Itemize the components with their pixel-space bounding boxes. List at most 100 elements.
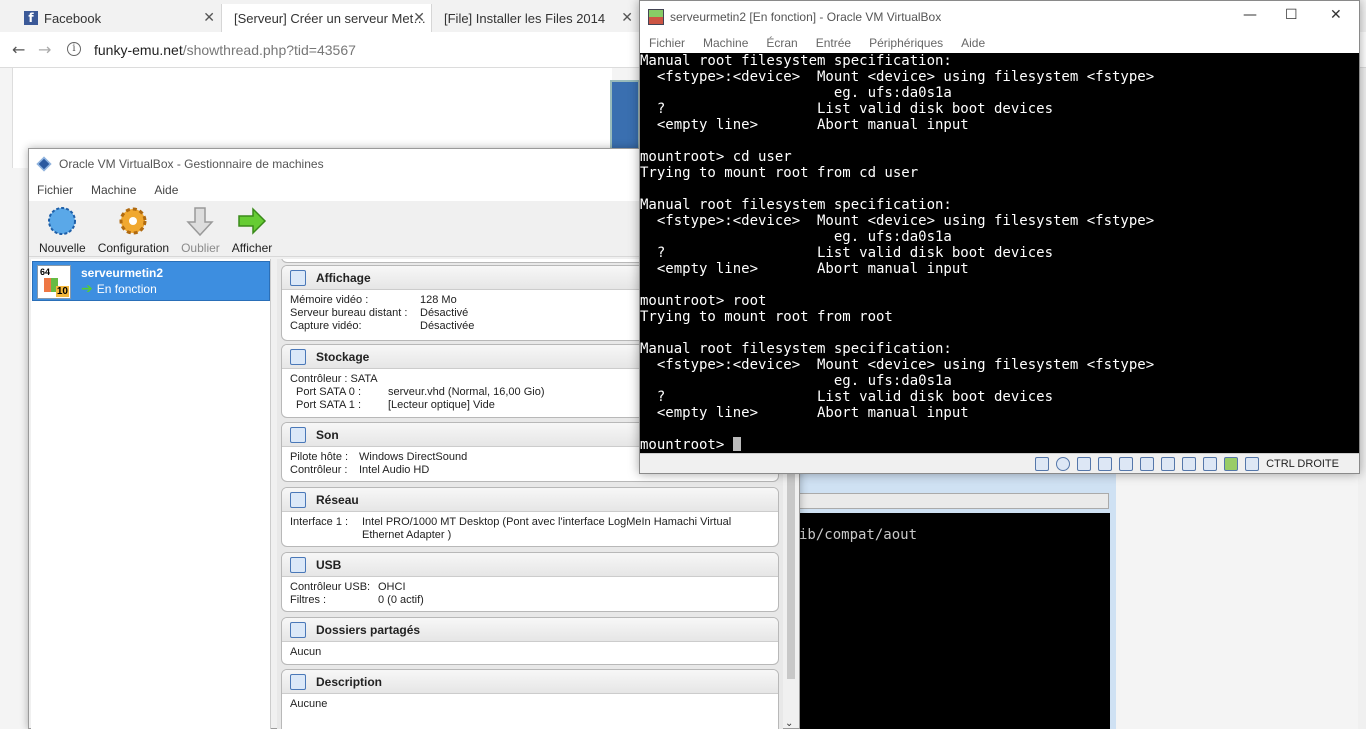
- console-line: <empty line> Abort manual input: [640, 261, 969, 277]
- show-label: Afficher: [231, 241, 273, 255]
- shared-folder-icon[interactable]: [1140, 456, 1155, 471]
- show-arrow-icon: [235, 205, 269, 237]
- audio-icon: [290, 426, 306, 443]
- console-line: <empty line> Abort manual input: [640, 117, 969, 133]
- maximize-icon[interactable]: ☐: [1285, 7, 1298, 23]
- detail-value: OHCI: [378, 581, 406, 593]
- usb-icon: [290, 556, 306, 573]
- menu-aide[interactable]: Aide: [961, 36, 985, 50]
- cpu-icon[interactable]: [1203, 456, 1218, 471]
- detail-key: Pilote hôte :: [290, 451, 349, 463]
- close-icon[interactable]: ✕: [621, 10, 633, 26]
- section-shared-folders: Dossiers partagés Aucun: [281, 617, 779, 665]
- virtualbox-logo-icon: [36, 156, 52, 172]
- network-icon[interactable]: [1098, 456, 1113, 471]
- discard-button[interactable]: Oublier: [175, 201, 226, 256]
- console-line: <fstype>:<device> Mount <device> using f…: [640, 213, 1155, 229]
- info-icon[interactable]: i: [67, 42, 81, 56]
- background-vm-window: ib/compat/aout: [782, 473, 1116, 729]
- display-icon[interactable]: [1161, 456, 1176, 471]
- url-field[interactable]: funky-emu.net/showthread.php?tid=43567: [94, 42, 356, 58]
- mouse-integration-icon[interactable]: [1224, 456, 1239, 471]
- section-title: Affichage: [316, 270, 371, 285]
- section-header[interactable]: Dossiers partagés: [282, 618, 778, 642]
- menu-entree[interactable]: Entrée: [816, 36, 851, 50]
- os-type-icon: 64 10: [37, 265, 71, 299]
- storage-icon: [290, 348, 306, 365]
- vm-list-item-serveurmetin2[interactable]: 64 10 serveurmetin2 ➔ En fonction: [32, 261, 270, 301]
- detail-key: Contrôleur USB:: [290, 581, 371, 593]
- console-line: ? List valid disk boot devices: [640, 101, 1054, 117]
- running-arrow-icon: ➔: [81, 281, 93, 297]
- audio-icon[interactable]: [1077, 456, 1092, 471]
- configuration-button[interactable]: Configuration: [92, 201, 175, 256]
- console-line: eg. ufs:da0s1a: [640, 373, 952, 389]
- section-header[interactable]: Réseau: [282, 488, 778, 512]
- new-button[interactable]: Nouvelle: [33, 201, 92, 256]
- chevron-down-icon[interactable]: ⌄: [785, 718, 793, 729]
- tab-serveur[interactable]: [Serveur] Créer un serveur Met… ✕: [222, 4, 432, 32]
- detail-key: Port SATA 0 :: [296, 386, 362, 398]
- discard-arrow-icon: [183, 205, 217, 237]
- text-cursor: [732, 437, 741, 451]
- tab-label: Facebook: [44, 10, 102, 26]
- optical-drive-icon[interactable]: [1056, 456, 1071, 471]
- os-badge-bits: 64: [40, 267, 51, 277]
- console-line: Manual root filesystem specification:: [640, 197, 952, 213]
- page-image: [610, 80, 640, 155]
- vm-statusbar: CTRL DROITE: [640, 453, 1359, 473]
- section-header[interactable]: Description: [282, 670, 778, 694]
- tab-facebook[interactable]: f Facebook ✕: [0, 4, 222, 32]
- detail-key: Contrôleur :: [290, 464, 348, 476]
- menu-machine[interactable]: Machine: [91, 183, 136, 197]
- console-output: Manual root filesystem specification: <f…: [640, 53, 1359, 437]
- hard-disk-icon[interactable]: [1035, 456, 1050, 471]
- background-vm-screen: [798, 513, 1110, 729]
- vm-list: 64 10 serveurmetin2 ➔ En fonction: [31, 259, 271, 729]
- tab-label: [File] Installer les Files 2014: [444, 10, 606, 26]
- minimize-icon[interactable]: —: [1243, 7, 1257, 23]
- menu-peripheriques[interactable]: Périphériques: [869, 36, 943, 50]
- console-line: <fstype>:<device> Mount <device> using f…: [640, 69, 1155, 85]
- tab-files[interactable]: [File] Installer les Files 2014 ✕: [432, 4, 640, 32]
- menu-fichier[interactable]: Fichier: [37, 183, 73, 197]
- back-arrow-icon[interactable]: ←: [12, 40, 25, 59]
- shared-folder-icon: [290, 621, 306, 638]
- menu-fichier[interactable]: Fichier: [649, 36, 685, 50]
- usb-icon[interactable]: [1119, 456, 1134, 471]
- host-key-icon[interactable]: [1245, 456, 1260, 471]
- console-line: eg. ufs:da0s1a: [640, 85, 952, 101]
- section-title: Description: [316, 674, 383, 689]
- section-title: Réseau: [316, 492, 359, 507]
- video-capture-icon[interactable]: [1182, 456, 1197, 471]
- menu-ecran[interactable]: Écran: [766, 36, 797, 50]
- os-badge-version: 10: [55, 286, 69, 297]
- console-line: eg. ufs:da0s1a: [640, 229, 952, 245]
- new-icon: [45, 205, 79, 237]
- console-line: mountroot> root: [640, 293, 767, 309]
- close-icon[interactable]: ✕: [413, 10, 425, 26]
- configuration-label: Configuration: [97, 241, 170, 255]
- console-line: mountroot> cd user: [640, 149, 792, 165]
- host-key-label: CTRL DROITE: [1266, 457, 1339, 470]
- discard-label: Oublier: [181, 241, 220, 255]
- vm-console-screen[interactable]: Manual root filesystem specification: <f…: [640, 53, 1359, 453]
- show-button[interactable]: Afficher: [226, 201, 278, 256]
- section-title: Son: [316, 427, 339, 442]
- vm-name: serveurmetin2: [81, 266, 164, 280]
- menu-aide[interactable]: Aide: [154, 183, 178, 197]
- detail-key: Serveur bureau distant :: [290, 307, 408, 319]
- section-header[interactable]: USB: [282, 553, 778, 577]
- tab-label: [Serveur] Créer un serveur Met…: [234, 10, 427, 26]
- close-icon[interactable]: ✕: [203, 10, 215, 26]
- vm-window-title: serveurmetin2 [En fonction] - Oracle VM …: [670, 10, 942, 24]
- close-icon[interactable]: ✕: [1330, 7, 1342, 23]
- vm-window-icon: [648, 9, 664, 25]
- forward-arrow-icon[interactable]: →: [38, 40, 51, 59]
- manager-title: Oracle VM VirtualBox - Gestionnaire de m…: [59, 157, 324, 171]
- console-line: <fstype>:<device> Mount <device> using f…: [640, 357, 1155, 373]
- menu-machine[interactable]: Machine: [703, 36, 748, 50]
